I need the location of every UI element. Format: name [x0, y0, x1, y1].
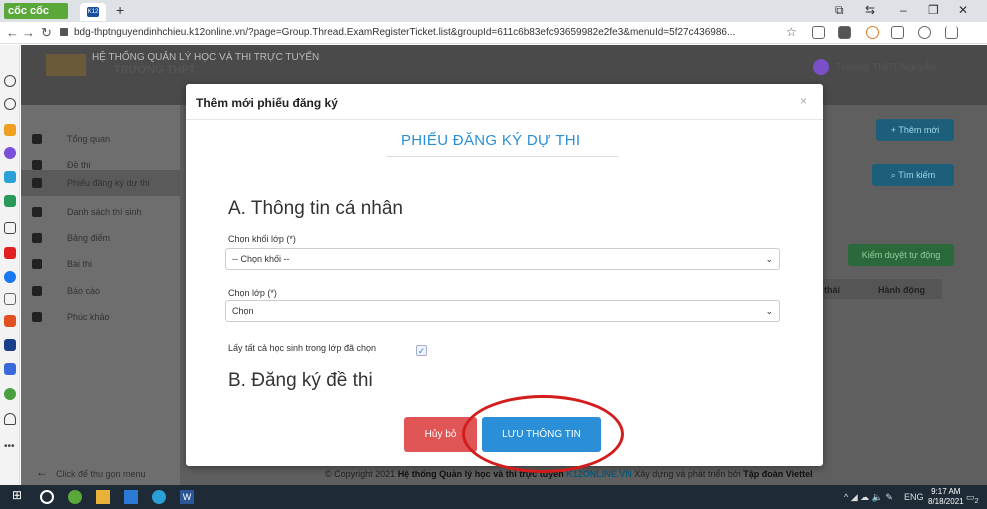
- form-title: PHIẾU ĐĂNG KÝ DỰ THI: [401, 132, 581, 149]
- url-field[interactable]: bdg-thptnguyendinhchieu.k12online.vn/?pa…: [74, 27, 735, 38]
- puzzle-icon[interactable]: [891, 26, 904, 39]
- add-icon[interactable]: [4, 222, 16, 234]
- notification-bell-icon[interactable]: [4, 413, 16, 425]
- school-logo: [46, 54, 86, 76]
- clipboard-icon: [32, 312, 42, 322]
- table-icon: [32, 233, 42, 243]
- status-column-header: thái: [824, 285, 841, 295]
- reader-mode-icon[interactable]: ⧉: [835, 3, 844, 18]
- messenger-icon[interactable]: [4, 147, 16, 159]
- section-a-heading: A. Thông tin cá nhân: [228, 198, 403, 219]
- file-explorer-icon[interactable]: [96, 490, 110, 504]
- collapse-arrow-icon[interactable]: ←: [36, 465, 48, 479]
- clock[interactable]: 9:17 AM 8/18/2021: [928, 487, 964, 507]
- divider: [186, 119, 823, 120]
- new-tab-button[interactable]: +: [116, 2, 124, 18]
- edge-icon[interactable]: [152, 490, 166, 504]
- sale-icon[interactable]: [4, 363, 16, 375]
- windows-start-icon[interactable]: ⊞: [12, 488, 26, 502]
- sidebar-item-tests[interactable]: Bài thi: [21, 251, 180, 277]
- grade-select[interactable]: -- Chọn khối -- ⌄: [225, 248, 780, 270]
- sidebar-item-register-ticket[interactable]: Phiếu đăng ký dự thi: [21, 170, 180, 196]
- zalo-icon[interactable]: [4, 171, 16, 183]
- user-name[interactable]: Trường THPT Nguyễn ...: [836, 62, 946, 73]
- taskbar: ⊞ W ^ ◢ ☁ 🔈 ✎ ENG 9:17 AM 8/18/2021 ▭2: [0, 485, 987, 509]
- language-indicator[interactable]: ENG: [904, 492, 924, 502]
- notification-icon[interactable]: ▭2: [966, 492, 979, 505]
- action-column-header: Hành động: [878, 285, 925, 295]
- sidebar-item-overview[interactable]: Tổng quan: [21, 126, 180, 152]
- school-title: TRƯỜNG THPT: [114, 64, 196, 76]
- sidebar-item-candidates[interactable]: Danh sách thí sinh: [21, 199, 180, 225]
- sidebar-item-scores[interactable]: Bảng điểm: [21, 225, 180, 251]
- grade-label: Chọn khối lớp (*): [228, 234, 296, 244]
- save-page-icon[interactable]: [945, 26, 958, 39]
- back-arrow-icon[interactable]: ←: [6, 25, 19, 40]
- history-icon[interactable]: [4, 98, 16, 110]
- crown-icon[interactable]: [4, 124, 16, 136]
- coccoc-logo[interactable]: cốc cốc: [4, 3, 68, 19]
- chevron-down-icon: ⌄: [765, 254, 773, 264]
- forward-arrow-icon[interactable]: →: [22, 25, 35, 40]
- search-icon[interactable]: [40, 490, 54, 504]
- shield-icon[interactable]: [812, 26, 825, 39]
- pie-chart-icon: [32, 134, 42, 144]
- browser-tab[interactable]: K12: [80, 3, 106, 21]
- browser-tab-bar: cốc cốc K12 + ⧉ ⇆ – ❐ ✕: [0, 0, 987, 22]
- apps-icon[interactable]: [4, 388, 16, 400]
- chevron-down-icon: ⌄: [765, 306, 773, 316]
- minimize-button[interactable]: –: [900, 3, 907, 17]
- game-icon[interactable]: [4, 195, 16, 207]
- profile-icon[interactable]: [918, 26, 931, 39]
- avatar[interactable]: [813, 59, 829, 75]
- auto-review-button[interactable]: Kiểm duyệt tự động: [848, 244, 954, 266]
- reload-icon[interactable]: ↻: [41, 25, 52, 41]
- form-icon: [32, 178, 42, 188]
- vscode-icon[interactable]: [124, 490, 138, 504]
- section-b-heading: B. Đăng ký đề thi: [228, 370, 373, 391]
- document-icon: [32, 160, 42, 170]
- sidebar-collapse-icon[interactable]: [4, 293, 16, 305]
- browser-sidebar: •••: [0, 45, 20, 485]
- highlight-ellipse: [462, 395, 624, 473]
- class-label: Chọn lớp (*): [228, 288, 277, 298]
- sidebar-item-reports[interactable]: Báo cáo: [21, 278, 180, 304]
- sidebar-item-review[interactable]: Phúc khảo: [21, 304, 180, 330]
- all-students-label: Lấy tất cả học sinh trong lớp đã chọn: [228, 343, 376, 353]
- system-title: HỆ THỐNG QUẢN LÝ HỌC VÀ THI TRỰC TUYẾN: [92, 52, 320, 63]
- shopping-icon[interactable]: [4, 315, 16, 327]
- close-window-button[interactable]: ✕: [958, 3, 968, 17]
- facebook-icon[interactable]: [4, 271, 16, 283]
- download-icon[interactable]: [838, 26, 851, 39]
- bookmark-star-icon[interactable]: ☆: [786, 25, 797, 39]
- back-forward-icon[interactable]: ⇆: [865, 3, 875, 17]
- vtv-icon[interactable]: [4, 339, 16, 351]
- modal-title: Thêm mới phiếu đăng ký: [196, 96, 338, 110]
- pen-icon: [32, 259, 42, 269]
- users-icon: [32, 207, 42, 217]
- maximize-button[interactable]: ❐: [928, 3, 939, 17]
- k12-favicon-icon: K12: [87, 7, 99, 17]
- search-button[interactable]: ⌕ Tìm kiếm: [872, 164, 954, 186]
- youtube-icon[interactable]: [4, 247, 16, 259]
- close-icon[interactable]: ×: [800, 94, 807, 108]
- add-new-button[interactable]: + Thêm mới: [876, 119, 954, 141]
- lock-icon: [60, 28, 68, 36]
- chart-icon: [32, 286, 42, 296]
- all-students-checkbox[interactable]: ✓: [416, 345, 427, 356]
- extension-icon[interactable]: [866, 26, 879, 39]
- tray-icons[interactable]: ^ ◢ ☁ 🔈 ✎: [844, 492, 893, 503]
- add-registration-modal: Thêm mới phiếu đăng ký × PHIẾU ĐĂNG KÝ D…: [186, 84, 823, 473]
- address-bar: ← → ↻ bdg-thptnguyendinhchieu.k12online.…: [0, 22, 987, 44]
- class-select[interactable]: Chọn ⌄: [225, 300, 780, 322]
- collapse-menu-link[interactable]: Click để thu gọn menu: [56, 469, 146, 479]
- more-icon[interactable]: •••: [4, 441, 16, 453]
- divider: [386, 156, 618, 157]
- word-icon[interactable]: W: [180, 490, 194, 504]
- settings-icon[interactable]: [4, 75, 16, 87]
- coccoc-taskbar-icon[interactable]: [68, 490, 82, 504]
